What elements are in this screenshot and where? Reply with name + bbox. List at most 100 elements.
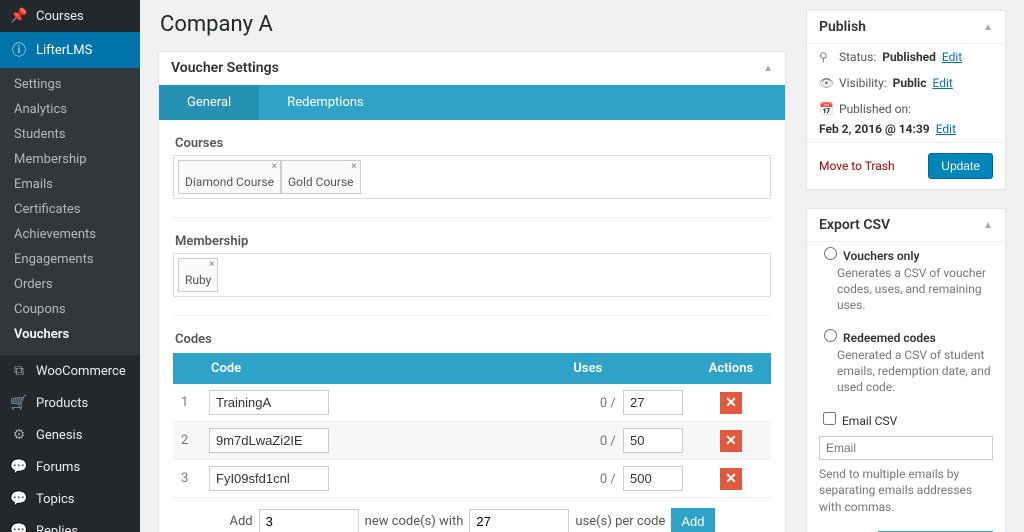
chat-icon: 💬 [10,491,28,507]
code-input[interactable] [209,390,329,415]
eye-icon: 👁 [819,76,833,90]
delete-row-button[interactable]: ✕ [720,468,742,490]
sidebar-submenu: SettingsAnalyticsStudentsMembershipEmail… [0,68,140,355]
published-value: Feb 2, 2016 @ 14:39 [819,122,930,136]
used-count: 0 / [600,434,616,449]
sidebar-sub-achievements[interactable]: Achievements [0,222,140,247]
delete-row-button[interactable]: ✕ [720,430,742,452]
admin-sidebar: 📌 Courses ⓘ LifterLMS SettingsAnalyticsS… [0,0,140,532]
collapse-icon[interactable]: ▲ [983,22,993,33]
sidebar-item-woocommerce[interactable]: ⧉WooCommerce [0,355,140,387]
uses-input[interactable] [623,466,683,491]
add-label: Add [229,514,252,529]
codes-col-uses: Uses [484,353,691,384]
add-label-mid: new code(s) with [365,514,464,529]
used-count: 0 / [600,472,616,487]
export-csv-box: Export CSV ▲ Vouchers only Generates a C… [806,208,1006,532]
page-title: Company A [160,12,786,37]
add-button[interactable]: Add [671,508,714,532]
sidebar-item-courses[interactable]: 📌 Courses [0,0,140,32]
membership-label: Membership [175,234,771,249]
membership-tag[interactable]: Ruby× [178,258,218,292]
postbox-title: Export CSV [819,217,890,233]
uses-input[interactable] [623,390,683,415]
delete-row-button[interactable]: ✕ [720,392,742,414]
sidebar-item-label: Topics [36,492,75,507]
code-input[interactable] [209,428,329,453]
add-codes-row: Add new code(s) with use(s) per code Add [173,508,771,532]
codes-col-code: Code [201,353,484,384]
course-tag[interactable]: Diamond Course× [178,160,281,194]
email-hint: Send to multiple emails by separating em… [807,464,1005,523]
codes-label: Codes [175,332,771,347]
export-vouchers-radio[interactable] [824,247,837,260]
sidebar-item-label: Genesis [36,428,82,443]
uses-input[interactable] [623,428,683,453]
collapse-icon[interactable]: ▲ [983,220,993,231]
key-icon: ⚲ [819,50,833,64]
sidebar-sub-students[interactable]: Students [0,122,140,147]
remove-tag-icon[interactable]: × [272,161,277,172]
add-uses-input[interactable] [469,509,569,532]
courses-label: Courses [175,136,771,151]
membership-field[interactable]: Ruby× [173,253,771,297]
sidebar-item-label: Products [36,396,88,411]
chat-icon: 💬 [10,459,28,475]
visibility-edit-link[interactable]: Edit [932,76,952,90]
export-vouchers-desc: Generates a CSV of voucher codes, uses, … [837,265,993,314]
sidebar-item-genesis[interactable]: ⚙ Genesis [0,419,140,451]
woo-icon: ⧉ [10,363,28,379]
email-input[interactable] [819,436,993,460]
sidebar-item-topics[interactable]: 💬 Topics [0,483,140,515]
remove-tag-icon[interactable]: × [351,161,356,172]
sidebar-item-lifterlms[interactable]: ⓘ LifterLMS [0,32,140,68]
tab-redemptions[interactable]: Redemptions [259,85,392,120]
sidebar-sub-membership[interactable]: Membership [0,147,140,172]
cart-icon: 🛒 [10,395,28,411]
status-edit-link[interactable]: Edit [942,50,962,64]
sidebar-item-replies[interactable]: 💬 Replies [0,515,140,532]
sidebar-sub-orders[interactable]: Orders [0,272,140,297]
sidebar-item-label: Replies [36,524,78,532]
remove-tag-icon[interactable]: × [209,259,214,270]
info-icon: ⓘ [10,40,28,60]
table-row: 3 0 / ✕ [173,460,771,498]
add-label-end: use(s) per code [575,514,665,529]
course-tag[interactable]: Gold Course× [281,160,361,194]
sidebar-item-label: LifterLMS [36,43,92,58]
sidebar-item-label: Forums [36,460,80,475]
codes-col-actions: Actions [691,353,771,384]
pin-icon: 📌 [10,8,28,24]
sidebar-item-products[interactable]: 🛒 Products [0,387,140,419]
published-edit-link[interactable]: Edit [936,122,956,136]
gear-icon: ⚙ [10,427,28,443]
codes-table: Code Uses Actions 10 / ✕20 / ✕30 / ✕ [173,353,771,498]
postbox-title: Publish [819,19,866,35]
sidebar-item-label: Courses [36,9,84,24]
status-value: Published [882,50,936,64]
export-redeemed-radio[interactable] [824,329,837,342]
sidebar-sub-coupons[interactable]: Coupons [0,297,140,322]
courses-field[interactable]: Diamond Course×Gold Course× [173,155,771,199]
sidebar-sub-engagements[interactable]: Engagements [0,247,140,272]
settings-tabs: General Redemptions [159,85,785,120]
update-button[interactable]: Update [928,153,993,179]
sidebar-sub-settings[interactable]: Settings [0,72,140,97]
visibility-label: Visibility: [839,76,887,90]
sidebar-item-forums[interactable]: 💬 Forums [0,451,140,483]
sidebar-sub-emails[interactable]: Emails [0,172,140,197]
sidebar-sub-certificates[interactable]: Certificates [0,197,140,222]
email-csv-checkbox[interactable] [823,412,836,425]
code-input[interactable] [209,466,329,491]
sidebar-sub-vouchers[interactable]: Vouchers [0,322,140,347]
calendar-icon: 📅 [819,102,833,116]
export-redeemed-label: Redeemed codes [843,331,936,345]
sidebar-sub-analytics[interactable]: Analytics [0,97,140,122]
add-count-input[interactable] [259,509,359,532]
export-vouchers-label: Vouchers only [843,249,919,263]
chat-icon: 💬 [10,523,28,532]
tab-general[interactable]: General [159,85,259,120]
row-number: 3 [173,460,201,498]
move-to-trash-link[interactable]: Move to Trash [819,159,895,173]
collapse-icon[interactable]: ▲ [763,63,773,74]
